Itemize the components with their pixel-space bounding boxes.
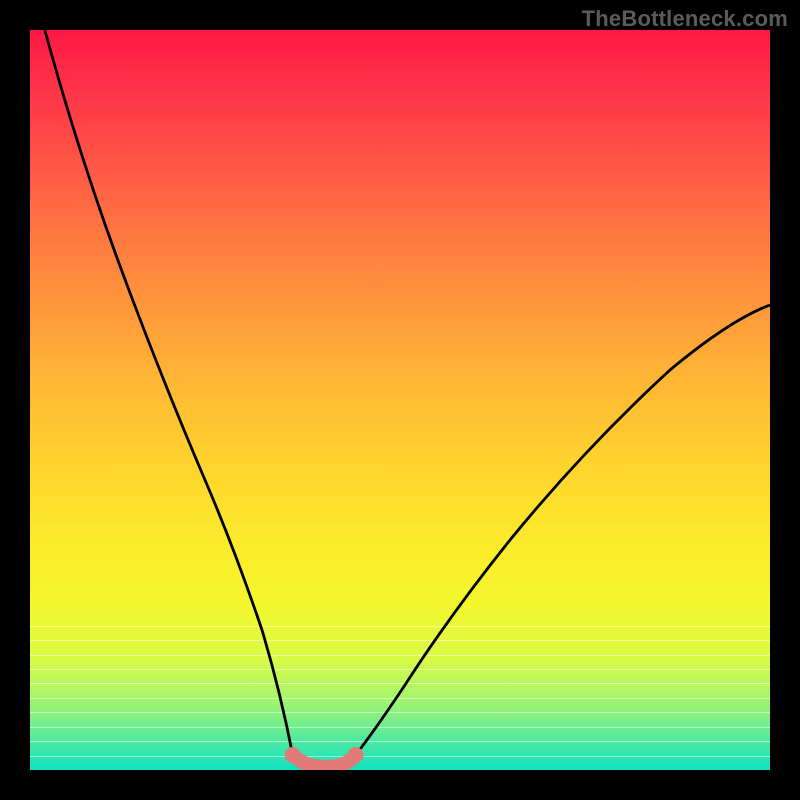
right-curve-path — [356, 305, 770, 755]
chart-frame: TheBottleneck.com — [0, 0, 800, 800]
highlight-left-dot — [285, 747, 301, 763]
bottom-highlight-path — [293, 755, 356, 767]
highlight-right-dot — [348, 747, 364, 763]
left-curve-path — [45, 30, 293, 755]
plot-area — [30, 30, 770, 770]
watermark-text: TheBottleneck.com — [582, 6, 788, 32]
curve-svg — [30, 30, 770, 770]
